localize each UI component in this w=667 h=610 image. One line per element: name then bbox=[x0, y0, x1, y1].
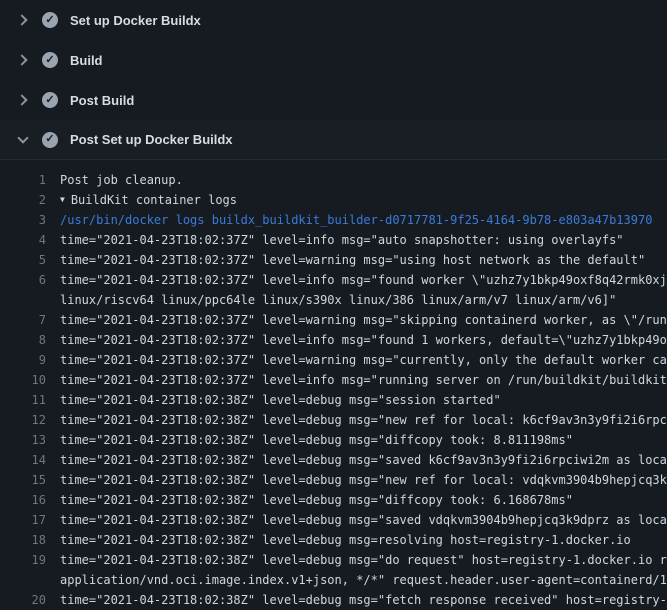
group-expand-triangle-icon[interactable]: ▼ bbox=[60, 190, 65, 210]
log-line: 2▼ BuildKit container logs bbox=[0, 190, 667, 210]
workflow-log-viewer: ✓ Set up Docker Buildx ✓ Build ✓ Post Bu… bbox=[0, 0, 667, 610]
log-line: 11time="2021-04-23T18:02:38Z" level=debu… bbox=[0, 390, 667, 410]
log-line-text: time="2021-04-23T18:02:38Z" level=debug … bbox=[60, 550, 667, 570]
chevron-right-icon bbox=[16, 16, 30, 24]
step-name: Set up Docker Buildx bbox=[70, 13, 201, 28]
log-line-number[interactable]: 9 bbox=[0, 350, 60, 370]
log-line-number[interactable]: 7 bbox=[0, 310, 60, 330]
log-group-label[interactable]: BuildKit container logs bbox=[71, 193, 237, 207]
log-group-header[interactable]: ▼ BuildKit container logs bbox=[60, 190, 667, 210]
log-line-continuation: application/vnd.oci.image.index.v1+json,… bbox=[60, 570, 667, 590]
log-line-number[interactable]: 3 bbox=[0, 210, 60, 230]
log-line-number[interactable]: 10 bbox=[0, 370, 60, 390]
check-circle-icon: ✓ bbox=[42, 52, 58, 68]
step-name: Build bbox=[70, 53, 103, 68]
log-line: 19time="2021-04-23T18:02:38Z" level=debu… bbox=[0, 550, 667, 570]
log-line: 1Post job cleanup. bbox=[0, 170, 667, 190]
log-line: 3/usr/bin/docker logs buildx_buildkit_bu… bbox=[0, 210, 667, 230]
log-line-number[interactable]: 1 bbox=[0, 170, 60, 190]
log-line-number bbox=[0, 570, 60, 590]
log-line-text: time="2021-04-23T18:02:37Z" level=info m… bbox=[60, 370, 667, 390]
log-line-continuation: linux/riscv64 linux/ppc64le linux/s390x … bbox=[60, 290, 667, 310]
log-line: 8time="2021-04-23T18:02:37Z" level=info … bbox=[0, 330, 667, 350]
step-name: Post Set up Docker Buildx bbox=[70, 132, 233, 147]
log-line-number[interactable]: 15 bbox=[0, 470, 60, 490]
log-line: 20time="2021-04-23T18:02:38Z" level=debu… bbox=[0, 590, 667, 610]
log-line-text: time="2021-04-23T18:02:38Z" level=debug … bbox=[60, 470, 667, 490]
log-line-number[interactable]: 2 bbox=[0, 190, 60, 210]
log-line: 18time="2021-04-23T18:02:38Z" level=debu… bbox=[0, 530, 667, 550]
log-line-text: time="2021-04-23T18:02:38Z" level=debug … bbox=[60, 390, 667, 410]
log-line-number[interactable]: 11 bbox=[0, 390, 60, 410]
log-line-text: time="2021-04-23T18:02:38Z" level=debug … bbox=[60, 510, 667, 530]
log-line: 13time="2021-04-23T18:02:38Z" level=debu… bbox=[0, 430, 667, 450]
log-line-text: time="2021-04-23T18:02:38Z" level=debug … bbox=[60, 590, 667, 610]
log-line-number[interactable]: 6 bbox=[0, 270, 60, 290]
log-line-number[interactable]: 8 bbox=[0, 330, 60, 350]
log-line: 6time="2021-04-23T18:02:37Z" level=info … bbox=[0, 270, 667, 290]
log-line: 9time="2021-04-23T18:02:37Z" level=warni… bbox=[0, 350, 667, 370]
check-circle-icon: ✓ bbox=[42, 132, 58, 148]
log-line-text: time="2021-04-23T18:02:37Z" level=info m… bbox=[60, 230, 667, 250]
log-output: 1Post job cleanup.2▼ BuildKit container l… bbox=[0, 160, 667, 610]
log-line: 10time="2021-04-23T18:02:37Z" level=info… bbox=[0, 370, 667, 390]
log-line: 12time="2021-04-23T18:02:38Z" level=debu… bbox=[0, 410, 667, 430]
log-line-text: time="2021-04-23T18:02:38Z" level=debug … bbox=[60, 410, 667, 430]
step-section-post-build[interactable]: ✓ Post Build bbox=[0, 80, 667, 120]
log-line: 5time="2021-04-23T18:02:37Z" level=warni… bbox=[0, 250, 667, 270]
log-line: 4time="2021-04-23T18:02:37Z" level=info … bbox=[0, 230, 667, 250]
check-circle-icon: ✓ bbox=[42, 92, 58, 108]
chevron-down-icon bbox=[16, 137, 30, 142]
log-line: 17time="2021-04-23T18:02:38Z" level=debu… bbox=[0, 510, 667, 530]
log-line-number bbox=[0, 290, 60, 310]
log-line: 14time="2021-04-23T18:02:38Z" level=debu… bbox=[0, 450, 667, 470]
log-line-text: time="2021-04-23T18:02:37Z" level=info m… bbox=[60, 330, 667, 350]
log-line-number[interactable]: 19 bbox=[0, 550, 60, 570]
log-line-text: time="2021-04-23T18:02:37Z" level=warnin… bbox=[60, 350, 667, 370]
step-section-post-setup-docker-buildx[interactable]: ✓ Post Set up Docker Buildx bbox=[0, 120, 667, 160]
chevron-right-icon bbox=[16, 56, 30, 64]
check-circle-icon: ✓ bbox=[42, 12, 58, 28]
log-line-text: time="2021-04-23T18:02:37Z" level=warnin… bbox=[60, 310, 667, 330]
log-line: application/vnd.oci.image.index.v1+json,… bbox=[0, 570, 667, 590]
log-line-number[interactable]: 20 bbox=[0, 590, 60, 610]
log-line-text: time="2021-04-23T18:02:38Z" level=debug … bbox=[60, 430, 667, 450]
log-line-text: time="2021-04-23T18:02:37Z" level=warnin… bbox=[60, 250, 667, 270]
log-line-number[interactable]: 12 bbox=[0, 410, 60, 430]
step-section-setup-docker-buildx[interactable]: ✓ Set up Docker Buildx bbox=[0, 0, 667, 40]
log-line: 15time="2021-04-23T18:02:38Z" level=debu… bbox=[0, 470, 667, 490]
log-line-number[interactable]: 13 bbox=[0, 430, 60, 450]
chevron-right-icon bbox=[16, 96, 30, 104]
log-line-number[interactable]: 16 bbox=[0, 490, 60, 510]
step-name: Post Build bbox=[70, 93, 134, 108]
log-line-number[interactable]: 14 bbox=[0, 450, 60, 470]
log-line-number[interactable]: 5 bbox=[0, 250, 60, 270]
log-line: linux/riscv64 linux/ppc64le linux/s390x … bbox=[0, 290, 667, 310]
log-line-text: Post job cleanup. bbox=[60, 170, 667, 190]
log-line-text: time="2021-04-23T18:02:38Z" level=debug … bbox=[60, 530, 667, 550]
log-line-number[interactable]: 4 bbox=[0, 230, 60, 250]
log-line-text: time="2021-04-23T18:02:37Z" level=info m… bbox=[60, 270, 667, 290]
log-line: 7time="2021-04-23T18:02:37Z" level=warni… bbox=[0, 310, 667, 330]
step-section-build[interactable]: ✓ Build bbox=[0, 40, 667, 80]
log-line-number[interactable]: 17 bbox=[0, 510, 60, 530]
log-line-text: time="2021-04-23T18:02:38Z" level=debug … bbox=[60, 450, 667, 470]
log-command-text: /usr/bin/docker logs buildx_buildkit_bui… bbox=[60, 210, 667, 230]
log-line: 16time="2021-04-23T18:02:38Z" level=debu… bbox=[0, 490, 667, 510]
log-line-text: time="2021-04-23T18:02:38Z" level=debug … bbox=[60, 490, 667, 510]
log-line-number[interactable]: 18 bbox=[0, 530, 60, 550]
